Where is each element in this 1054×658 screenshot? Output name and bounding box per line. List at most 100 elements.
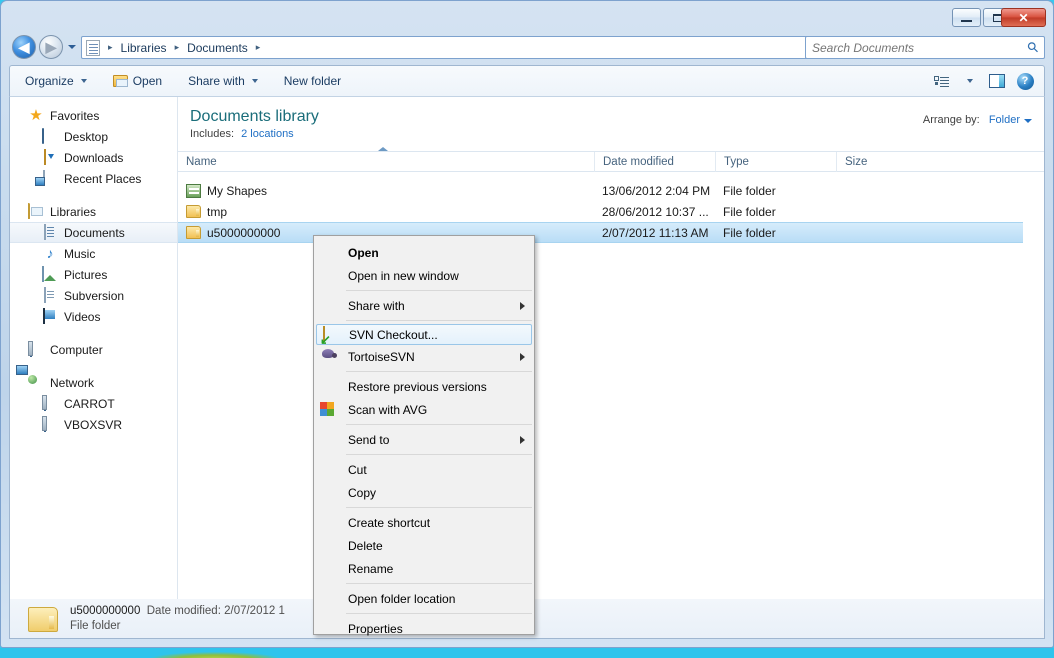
menu-item-tortoisesvn[interactable]: TortoiseSVN: [314, 345, 534, 368]
sidebar-item-videos[interactable]: Videos: [10, 306, 177, 327]
sidebar-group-computer[interactable]: Computer: [10, 339, 177, 360]
chevron-down-icon: [252, 79, 258, 83]
sidebar-item-documents[interactable]: Documents: [10, 222, 177, 243]
table-row[interactable]: My Shapes 13/06/2012 2:04 PM File folder: [178, 180, 1044, 201]
column-header-type[interactable]: Type: [715, 152, 836, 172]
help-icon: ?: [1017, 73, 1034, 90]
back-button[interactable]: ◀: [12, 35, 36, 59]
sidebar-group-network[interactable]: Network: [10, 372, 177, 393]
forward-button[interactable]: ▶: [39, 35, 63, 59]
menu-item-label: Delete: [348, 539, 383, 553]
menu-item-scan-with-avg[interactable]: Scan with AVG: [314, 398, 534, 421]
sidebar-group-favorites[interactable]: ★ Favorites: [10, 105, 177, 126]
menu-separator: [346, 371, 532, 372]
breadcrumb-separator: ▸: [102, 42, 119, 53]
includes-label: Includes:: [190, 128, 234, 140]
context-menu: Open Open in new window Share with SVN C…: [313, 235, 535, 635]
view-dropdown-button[interactable]: [956, 69, 982, 93]
close-button[interactable]: ✕: [1001, 8, 1046, 27]
forward-arrow-icon: ▶: [46, 40, 57, 54]
breadcrumb-libraries[interactable]: Libraries: [119, 40, 169, 56]
menu-item-label: Open folder location: [348, 592, 455, 606]
sidebar-item-downloads[interactable]: Downloads: [10, 147, 177, 168]
chevron-down-icon: [68, 45, 76, 49]
menu-item-label: TortoiseSVN: [348, 350, 415, 364]
sidebar-item-subversion[interactable]: Subversion: [10, 285, 177, 306]
new-folder-button[interactable]: New folder: [273, 69, 352, 93]
sidebar-item-label: CARROT: [64, 397, 115, 411]
file-type: File folder: [723, 205, 776, 219]
shapes-folder-icon: [186, 184, 201, 198]
share-with-button[interactable]: Share with: [177, 69, 269, 93]
sidebar-item-recent-places[interactable]: Recent Places: [10, 168, 177, 189]
menu-item-label: Rename: [348, 562, 393, 576]
pictures-icon: [42, 266, 44, 282]
sidebar-item-pictures[interactable]: Pictures: [10, 264, 177, 285]
menu-separator: [346, 424, 532, 425]
menu-item-rename[interactable]: Rename: [314, 557, 534, 580]
search-box[interactable]: ⚲: [805, 36, 1045, 59]
sidebar-item-label: Videos: [64, 310, 100, 324]
sidebar-item-label: Recent Places: [64, 172, 141, 186]
change-view-button[interactable]: [928, 69, 954, 93]
menu-item-restore-previous-versions[interactable]: Restore previous versions: [314, 375, 534, 398]
organize-button[interactable]: Organize: [14, 69, 98, 93]
column-header-size[interactable]: Size: [836, 152, 914, 172]
sidebar-group-label: Libraries: [50, 205, 96, 219]
menu-item-svn-checkout[interactable]: SVN Checkout...: [316, 324, 532, 345]
column-header-name[interactable]: Name: [178, 152, 594, 172]
share-with-label: Share with: [188, 74, 245, 88]
column-label: Type: [724, 156, 749, 168]
recent-pages-button[interactable]: [65, 41, 79, 53]
explorer-window: ✕ ◀ ▶ ▸ Libraries ▸ Documents ▸ ↻ ⚲: [0, 0, 1054, 648]
minimize-icon: [961, 20, 972, 22]
menu-separator: [346, 583, 532, 584]
file-name: My Shapes: [207, 184, 267, 198]
column-headers: Name Date modified Type Size: [178, 151, 1044, 172]
menu-item-create-shortcut[interactable]: Create shortcut: [314, 511, 534, 534]
help-button[interactable]: ?: [1012, 69, 1038, 93]
address-bar[interactable]: ▸ Libraries ▸ Documents ▸: [81, 36, 917, 59]
minimize-button[interactable]: [952, 8, 981, 27]
sidebar-group-label: Computer: [50, 343, 103, 357]
file-date: 28/06/2012 10:37 ...: [602, 205, 709, 219]
locations-link[interactable]: 2 locations: [241, 128, 294, 140]
menu-item-delete[interactable]: Delete: [314, 534, 534, 557]
column-label: Name: [186, 156, 217, 168]
file-list-pane: Documents library Includes: 2 locations …: [178, 97, 1044, 601]
table-row[interactable]: u5000000000 2/07/2012 11:13 AM File fold…: [178, 222, 1023, 243]
menu-separator: [346, 320, 532, 321]
column-header-date-modified[interactable]: Date modified: [594, 152, 715, 172]
menu-item-copy[interactable]: Copy: [314, 481, 534, 504]
menu-separator: [346, 290, 532, 291]
menu-item-label: Open: [348, 246, 379, 260]
sidebar-item-music[interactable]: ♪ Music: [10, 243, 177, 264]
breadcrumb-separator: ▸: [250, 42, 267, 53]
table-row[interactable]: tmp 28/06/2012 10:37 ... File folder: [178, 201, 1044, 222]
sidebar-group-libraries[interactable]: Libraries: [10, 201, 177, 222]
search-input[interactable]: [812, 41, 1028, 55]
library-includes: Includes: 2 locations: [190, 128, 1044, 140]
organize-label: Organize: [25, 74, 74, 88]
menu-separator: [346, 507, 532, 508]
preview-pane-button[interactable]: [984, 69, 1010, 93]
arrange-value[interactable]: Folder: [989, 114, 1020, 126]
sidebar-item-vboxsvr[interactable]: VBOXSVR: [10, 414, 177, 435]
menu-item-cut[interactable]: Cut: [314, 458, 534, 481]
menu-item-send-to[interactable]: Send to: [314, 428, 534, 451]
menu-item-open-folder-location[interactable]: Open folder location: [314, 587, 534, 610]
open-button[interactable]: Open: [102, 69, 173, 93]
navigation-bar: ◀ ▶ ▸ Libraries ▸ Documents ▸ ↻ ⚲: [1, 32, 1053, 62]
sidebar-item-desktop[interactable]: Desktop: [10, 126, 177, 147]
menu-item-properties[interactable]: Properties: [314, 617, 534, 640]
menu-item-open-in-new-window[interactable]: Open in new window: [314, 264, 534, 287]
back-arrow-icon: ◀: [19, 40, 30, 54]
documents-icon: [44, 224, 46, 240]
menu-item-open[interactable]: Open: [314, 241, 534, 264]
computer-icon: [44, 395, 46, 411]
sidebar-item-carrot[interactable]: CARROT: [10, 393, 177, 414]
menu-item-label: Restore previous versions: [348, 380, 487, 394]
menu-item-label: Copy: [348, 486, 376, 500]
breadcrumb-documents[interactable]: Documents: [185, 40, 250, 56]
menu-item-share-with[interactable]: Share with: [314, 294, 534, 317]
